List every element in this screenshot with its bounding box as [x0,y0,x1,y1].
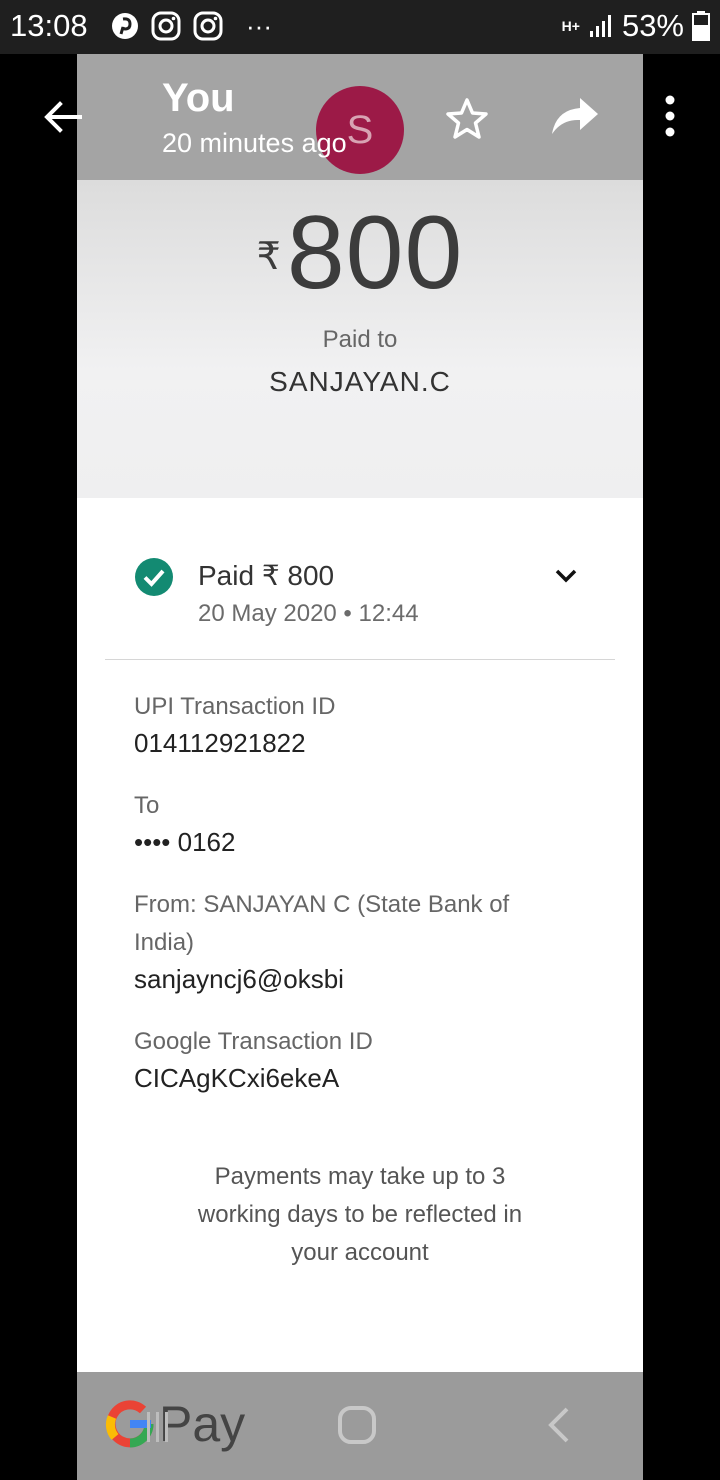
screen-margin-right [643,54,720,1480]
transaction-details-card: Paid ₹ 800 20 May 2020 • 12:44 UPI Trans… [77,498,643,1372]
payment-status: Paid ₹ 800 [198,560,335,591]
home-icon[interactable] [337,1405,377,1445]
amount-value: 800 [286,195,464,311]
network-type-icon: H+ [561,18,580,34]
app-bar: You 20 minutes ago S [0,54,720,180]
field-label: To [134,792,160,819]
back-arrow-icon[interactable] [40,94,86,140]
settlement-note: Payments may take up to 3 working days t… [197,1163,523,1266]
payee-name: SANJAYAN.C [269,366,451,397]
instagram-icon [151,11,181,41]
share-icon[interactable] [550,96,600,136]
header-title: You [162,76,235,120]
more-vert-icon[interactable] [660,94,680,138]
navigation-bar: Pay [77,1372,643,1480]
pinterest-icon [112,13,138,39]
field-value[interactable]: CICAgKCxi6ekeA [134,1063,339,1094]
screen-margin-left [0,54,77,1480]
star-icon[interactable] [444,96,490,142]
field-value: •••• 0162 [134,827,236,857]
pay-text: Pay [159,1396,246,1452]
notification-icons: ··· [110,10,272,42]
signal-icon [589,15,611,37]
field-value[interactable]: 014112921822 [134,728,306,759]
instagram-icon [193,11,223,41]
nav-back-icon[interactable] [545,1406,571,1444]
divider [105,659,615,660]
status-bar: 13:08 ··· H+ 53% [0,0,720,54]
status-time: 13:08 [10,8,88,43]
currency-symbol: ₹ [256,236,281,278]
paid-to-label: Paid to [322,326,398,353]
amount-display: ₹800 [77,194,643,313]
battery-percent: 53% [621,8,684,43]
battery-icon [692,11,710,41]
field-label: UPI Transaction ID [134,693,336,720]
chevron-down-icon[interactable] [553,566,579,586]
recents-icon[interactable] [145,1410,169,1444]
field-value: sanjayncj6@oksbi [134,964,344,994]
field-label: Google Transaction ID [134,1028,373,1055]
amount-section: ₹800 Paid to SANJAYAN.C [77,180,643,498]
check-circle-icon [135,558,173,596]
google-pay-logo: Pay [105,1394,245,1454]
field-label: From: SANJAYAN C (State Bank of India) [134,891,510,956]
more-notifications: ··· [246,10,272,41]
payment-date: 20 May 2020 • 12:44 [198,600,419,627]
header-subtitle: 20 minutes ago [162,128,347,158]
